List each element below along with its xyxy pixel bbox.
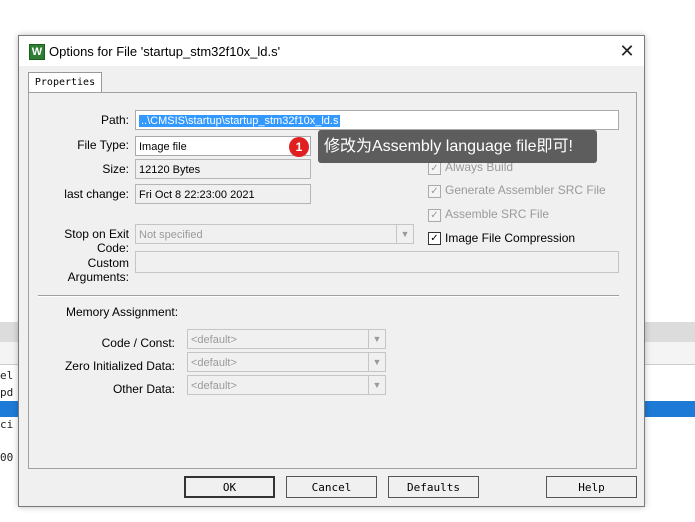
dialog-titlebar: W Options for File 'startup_stm32f10x_ld…: [19, 36, 644, 66]
ok-button[interactable]: OK: [184, 476, 275, 498]
annotation-tooltip: 修改为Assembly language file即可!: [318, 130, 597, 163]
stop-exit-label: Stop on Exit Code:: [64, 227, 129, 255]
annotation-badge: 1: [289, 137, 309, 157]
chevron-down-icon: ▼: [368, 330, 385, 348]
size-value: 12120 Bytes: [135, 159, 311, 179]
last-change-label: last change:: [64, 187, 129, 201]
background-text-3: ci: [0, 418, 14, 431]
path-value: ..\CMSIS\startup\startup_stm32f10x_ld.s: [139, 115, 341, 127]
options-dialog: W Options for File 'startup_stm32f10x_ld…: [18, 35, 645, 507]
stop-exit-value: Not specified: [139, 229, 203, 241]
code-const-value: <default>: [191, 334, 237, 346]
custom-args-input[interactable]: [135, 251, 619, 273]
chevron-down-icon: ▼: [368, 353, 385, 371]
close-icon[interactable]: ✕: [617, 41, 637, 61]
other-data-value: <default>: [191, 380, 237, 392]
background-text-2: pd: [0, 386, 14, 399]
stop-exit-select[interactable]: Not specified ▼: [135, 224, 414, 244]
chevron-down-icon: ▼: [396, 225, 413, 243]
image-compression-checkbox[interactable]: ✓: [428, 232, 441, 245]
memory-assignment-label: Memory Assignment:: [66, 305, 179, 319]
always-build-checkbox[interactable]: ✓: [428, 162, 441, 175]
dialog-title: Options for File 'startup_stm32f10x_ld.s…: [49, 44, 281, 59]
code-const-select[interactable]: <default> ▼: [187, 329, 386, 349]
section-divider: [38, 295, 619, 297]
custom-args-label: Custom Arguments:: [67, 256, 129, 284]
other-data-select[interactable]: <default> ▼: [187, 375, 386, 395]
assemble-src-label: Assemble SRC File: [445, 207, 550, 221]
size-label: Size:: [102, 162, 129, 176]
background-text-1: el: [0, 369, 14, 382]
last-change-value: Fri Oct 8 22:23:00 2021: [135, 184, 311, 204]
zero-init-select[interactable]: <default> ▼: [187, 352, 386, 372]
zero-init-value: <default>: [191, 357, 237, 369]
zero-init-label: Zero Initialized Data:: [64, 359, 175, 373]
code-const-label: Code / Const:: [101, 336, 175, 350]
path-field[interactable]: ..\CMSIS\startup\startup_stm32f10x_ld.s: [135, 110, 619, 130]
assemble-src-checkbox[interactable]: ✓: [428, 209, 441, 222]
defaults-button[interactable]: Defaults: [388, 476, 479, 498]
generate-asm-src-checkbox[interactable]: ✓: [428, 185, 441, 198]
generate-asm-src-label: Generate Assembler SRC File: [445, 183, 606, 197]
path-label: Path:: [100, 113, 129, 127]
file-type-select[interactable]: Image file: [135, 136, 311, 156]
file-type-label: File Type:: [77, 138, 129, 152]
image-compression-label: Image File Compression: [445, 231, 576, 245]
keil-uvision-icon: W: [29, 44, 45, 60]
background-text-4: 00: [0, 451, 14, 464]
cancel-button[interactable]: Cancel: [286, 476, 377, 498]
tab-properties[interactable]: Properties: [28, 72, 102, 93]
other-data-label: Other Data:: [112, 382, 175, 396]
chevron-down-icon: ▼: [368, 376, 385, 394]
help-button[interactable]: Help: [546, 476, 637, 498]
